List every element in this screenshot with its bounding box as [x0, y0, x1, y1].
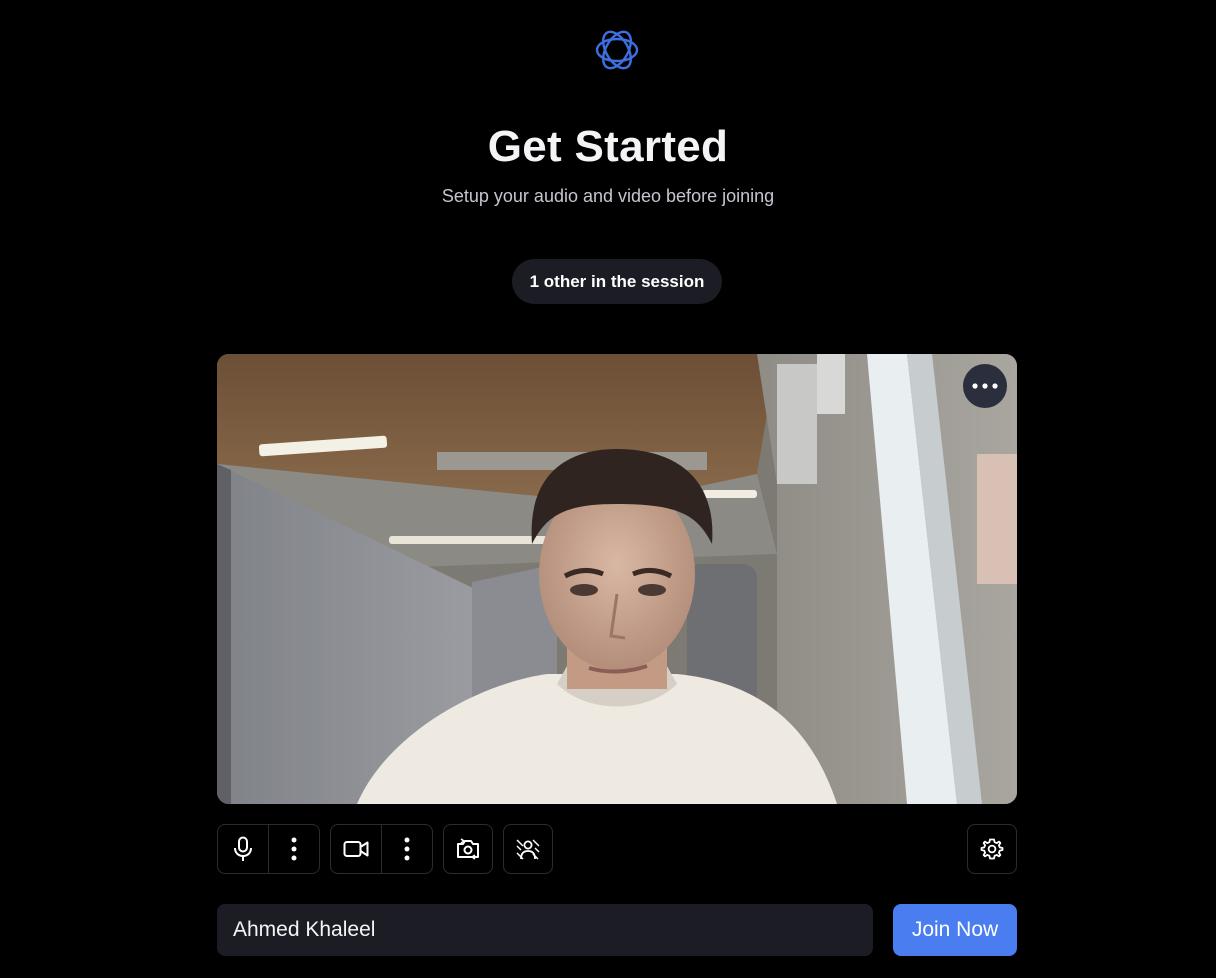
background-blur-icon: [516, 839, 540, 860]
microphone-icon: [234, 836, 252, 861]
video-camera-icon: [343, 841, 369, 857]
infinity-knot-logo-icon: [595, 30, 639, 70]
switch-camera-control: [443, 824, 493, 874]
vertical-dots-icon: [404, 837, 410, 861]
camera-control-group: [330, 824, 433, 874]
page-subtitle: Setup your audio and video before joinin…: [441, 186, 775, 206]
background-effects-control: [503, 824, 553, 874]
app-logo: [592, 26, 642, 74]
join-now-button[interactable]: Join Now: [893, 904, 1017, 956]
camera-preview: [217, 354, 1017, 804]
switch-camera-button[interactable]: [444, 825, 492, 873]
camera-options-button[interactable]: [381, 825, 432, 873]
page-title: Get Started: [487, 122, 729, 171]
camera-toggle-button[interactable]: [331, 825, 381, 873]
microphone-toggle-button[interactable]: [218, 825, 268, 873]
switch-camera-icon: [457, 838, 479, 860]
settings-button[interactable]: [968, 825, 1016, 873]
ellipsis-icon: [972, 383, 998, 389]
background-blur-button[interactable]: [504, 825, 552, 873]
session-participants-badge: 1 other in the session: [512, 259, 722, 304]
gear-icon: [980, 838, 1004, 860]
microphone-options-button[interactable]: [268, 825, 319, 873]
vertical-dots-icon: [291, 837, 297, 861]
camera-feed-image: [217, 354, 1017, 804]
microphone-control-group: [217, 824, 320, 874]
preview-more-options-button[interactable]: [963, 364, 1007, 408]
pre-join-screen: Get Started Setup your audio and video b…: [0, 0, 1216, 978]
display-name-input[interactable]: [217, 904, 873, 956]
settings-control: [967, 824, 1017, 874]
